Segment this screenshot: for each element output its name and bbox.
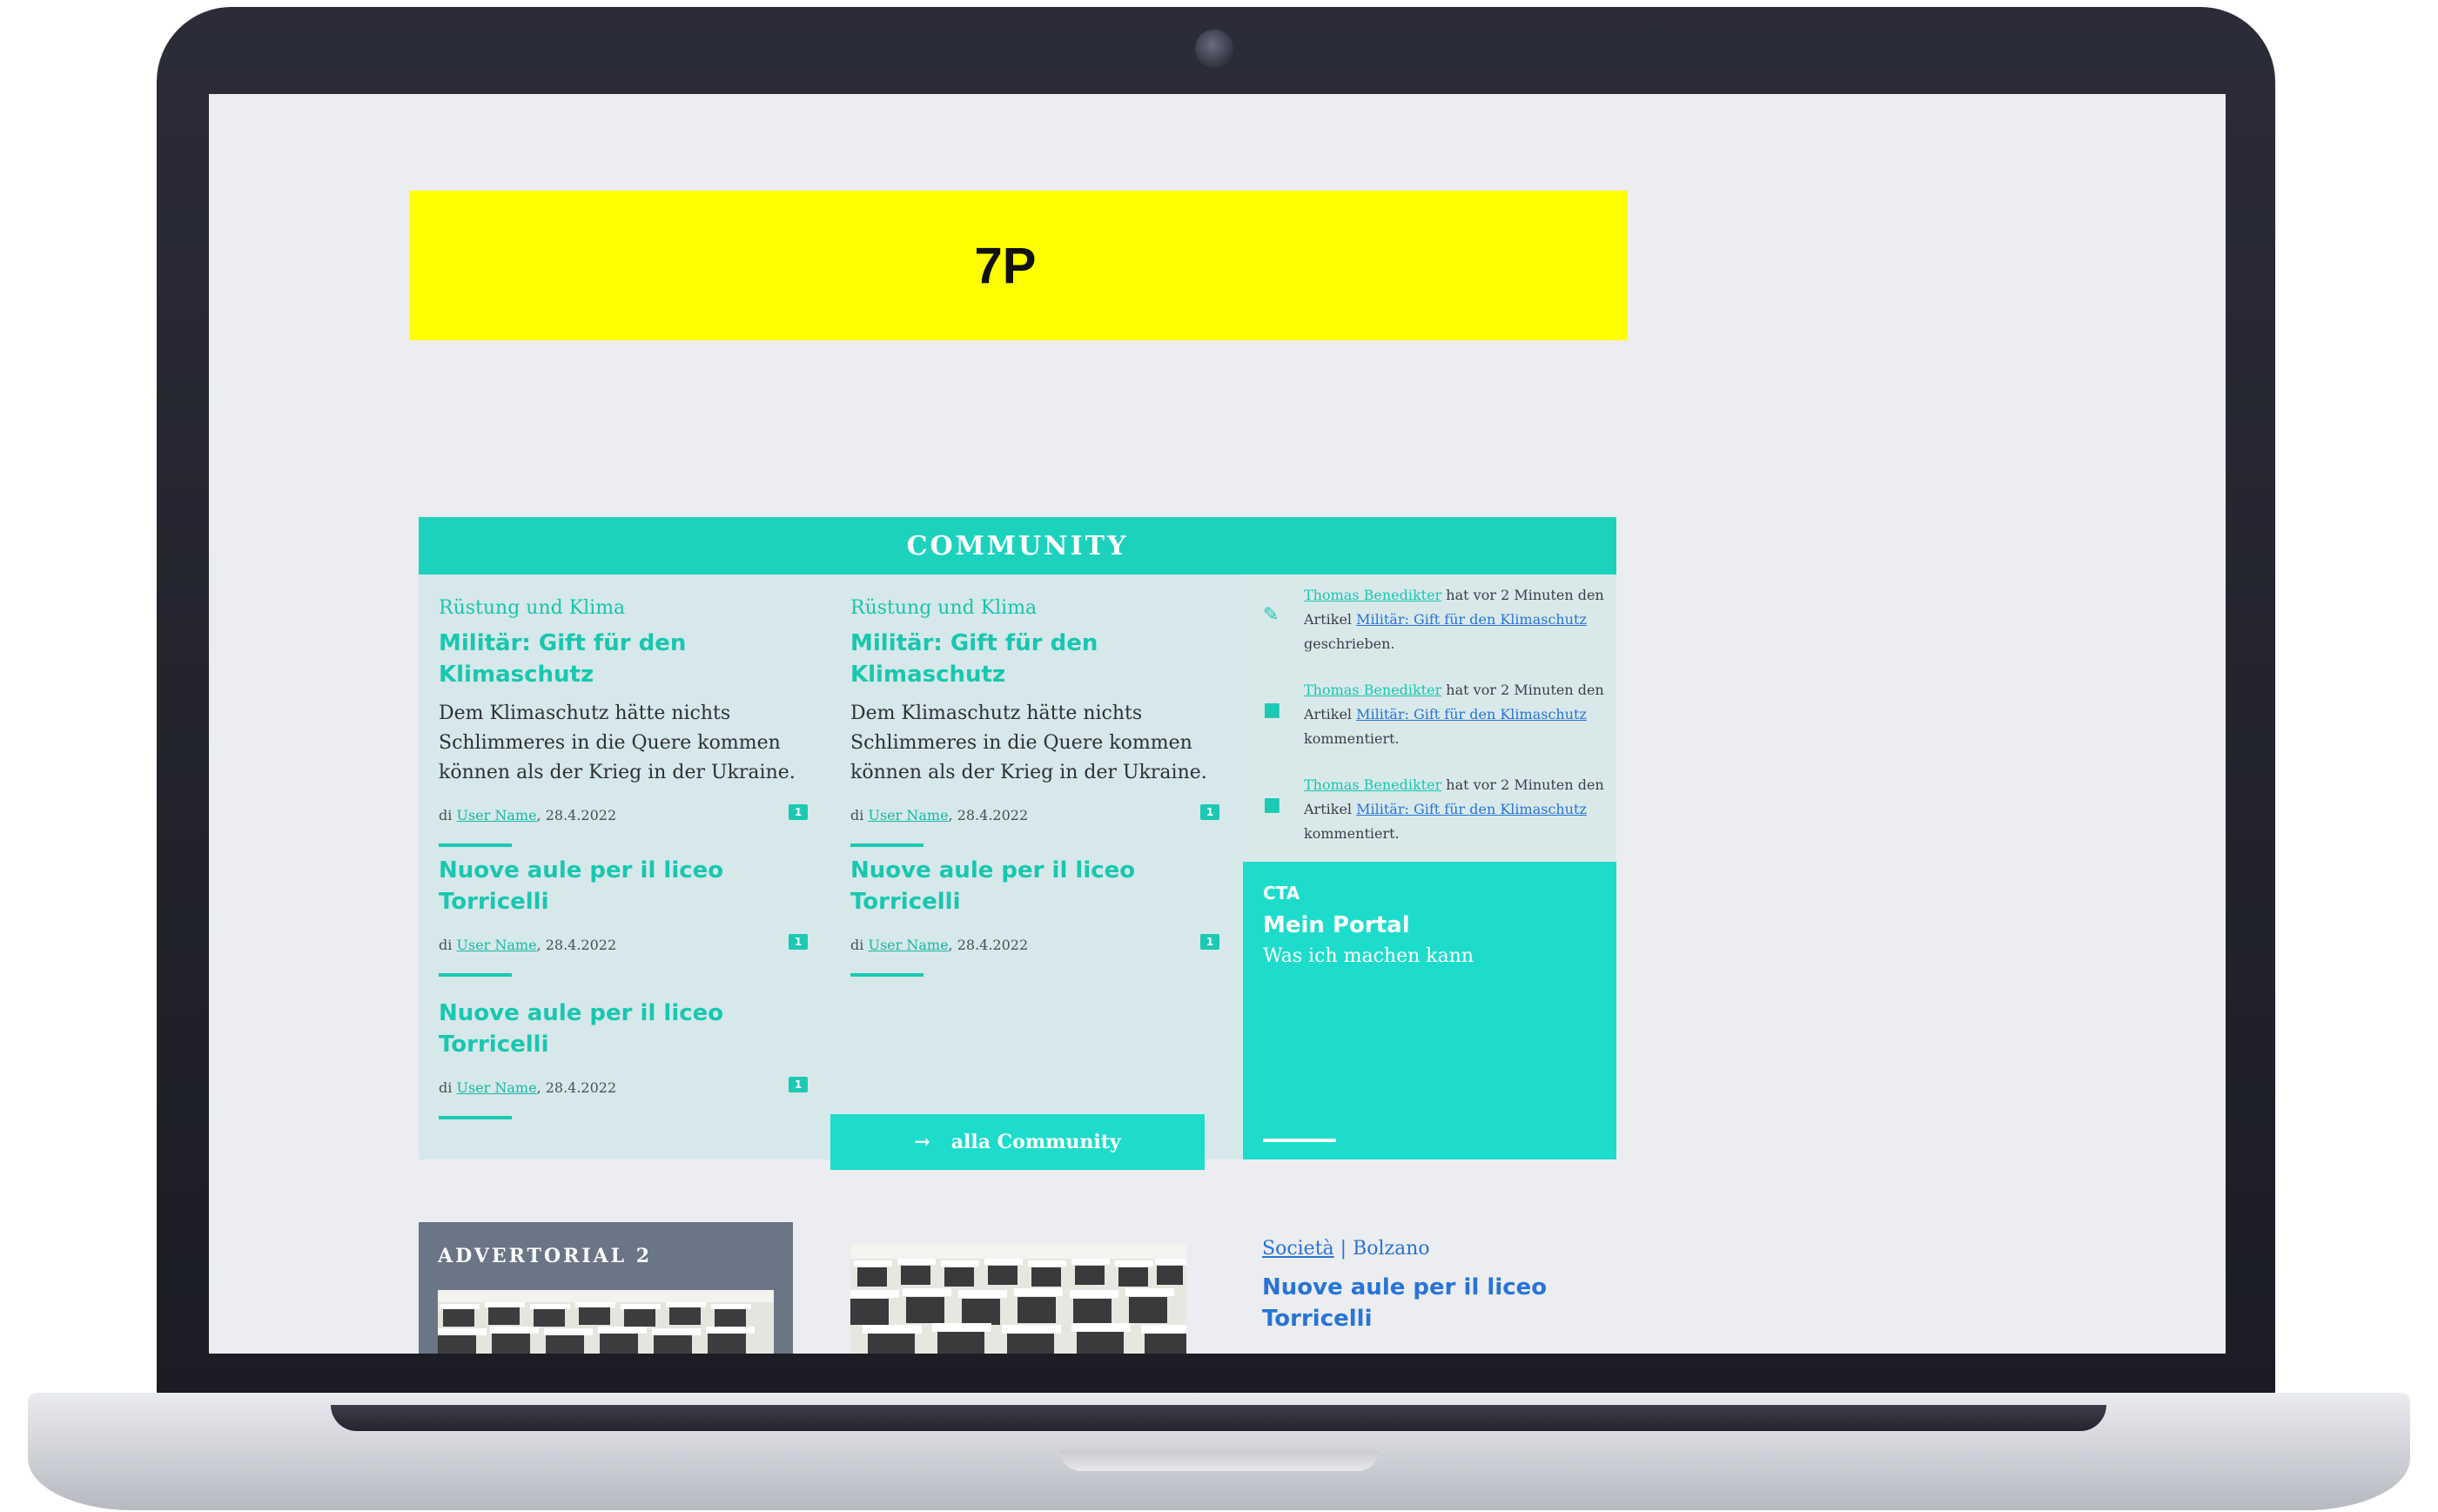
feed-article-link[interactable]: Militär: Gift für den Klimaschutz	[1356, 706, 1587, 722]
feed-article-link[interactable]: Militär: Gift für den Klimaschutz	[1356, 801, 1587, 817]
alla-community-label: alla Community	[950, 1131, 1121, 1153]
feed-user-link[interactable]: Thomas Benedikter	[1304, 587, 1441, 603]
cta-label: CTA	[1263, 883, 1300, 904]
article-date: , 28.4.2022	[536, 937, 617, 953]
article-meta: di User Name, 28.4.2022 1	[439, 934, 808, 956]
community-section: COMMUNITY Rüstung und Klima Militär: Gif…	[419, 517, 1616, 1170]
article-card[interactable]: Rüstung und Klima Militär: Gift für den …	[850, 597, 1219, 847]
article-date: , 28.4.2022	[536, 807, 617, 823]
article-category[interactable]: Rüstung und Klima	[439, 597, 804, 619]
article-title[interactable]: Militär: Gift für den Klimaschutz	[439, 628, 804, 690]
article-teaser: Dem Klimaschutz hätte nichts Schlimmeres…	[439, 702, 796, 783]
community-title: COMMUNITY	[906, 530, 1129, 561]
article-image[interactable]	[850, 1245, 1186, 1354]
advertorial-box[interactable]: ADVERTORIAL 2	[419, 1222, 793, 1354]
article-title[interactable]: Nuove aule per il liceo Torricelli	[439, 855, 804, 917]
card-divider	[439, 1116, 512, 1119]
article-card[interactable]: Nuove aule per il liceo Torricelli di Us…	[850, 855, 1219, 977]
comment-count-icon[interactable]: 1	[1200, 804, 1219, 820]
feed-user-link[interactable]: Thomas Benedikter	[1304, 682, 1441, 698]
article-meta: di User Name, 28.4.2022 1	[439, 804, 808, 826]
article-teaser: Dem Klimaschutz hätte nichts Schlimmeres…	[850, 702, 1207, 783]
cta-divider	[1263, 1139, 1336, 1142]
author-link[interactable]: User Name	[868, 807, 948, 823]
author-link[interactable]: User Name	[456, 1079, 536, 1096]
category-separator: |	[1333, 1238, 1353, 1260]
article-title[interactable]: Nuove aule per il liceo Torricelli	[1262, 1272, 1628, 1334]
cta-box[interactable]: CTA Mein Portal Was ich machen kann	[1243, 862, 1616, 1159]
edit-icon: ✎	[1263, 604, 1279, 626]
feed-text: Thomas Benedikter hat vor 2 Minuten den …	[1304, 773, 1609, 846]
feed-article-link[interactable]: Militär: Gift für den Klimaschutz	[1356, 611, 1587, 628]
meta-prefix: di	[439, 937, 457, 953]
meta-prefix: di	[439, 1079, 457, 1096]
feed-text-part: kommentiert.	[1304, 825, 1400, 842]
article-title[interactable]: Nuove aule per il liceo Torricelli	[439, 998, 804, 1060]
laptop-hinge	[331, 1405, 2106, 1431]
card-divider	[439, 973, 512, 977]
alla-community-button[interactable]: → alla Community	[830, 1114, 1205, 1170]
comment-count-icon[interactable]: 1	[789, 804, 808, 820]
article-title[interactable]: Militär: Gift für den Klimaschutz	[850, 628, 1216, 690]
author-link[interactable]: User Name	[868, 937, 948, 953]
article-card[interactable]: Nuove aule per il liceo Torricelli di Us…	[439, 855, 808, 977]
arrow-right-icon: →	[914, 1131, 930, 1153]
comment-icon: ■	[1263, 699, 1281, 721]
webpage-screen: 7P COMMUNITY Rüstung und Klima Militär: …	[209, 94, 2226, 1354]
feed-user-link[interactable]: Thomas Benedikter	[1304, 776, 1441, 793]
feed-text: Thomas Benedikter hat vor 2 Minuten den …	[1304, 678, 1609, 751]
feed-text: Thomas Benedikter hat vor 2 Minuten den …	[1304, 583, 1609, 656]
cta-subtitle: Was ich machen kann	[1263, 945, 1474, 967]
activity-feed: ✎ Thomas Benedikter hat vor 2 Minuten de…	[1243, 575, 1616, 862]
card-divider	[850, 843, 923, 847]
article-card[interactable]: Rüstung und Klima Militär: Gift für den …	[439, 597, 808, 847]
ad-banner[interactable]: 7P	[409, 191, 1628, 340]
author-link[interactable]: User Name	[456, 937, 536, 953]
meta-prefix: di	[439, 807, 457, 823]
category-link[interactable]: Società	[1262, 1238, 1334, 1260]
feed-text-part: kommentiert.	[1304, 730, 1400, 747]
community-header: COMMUNITY	[419, 517, 1616, 575]
article-meta: di User Name, 28.4.2022 1	[850, 934, 1219, 956]
advertorial-label: ADVERTORIAL 2	[438, 1245, 653, 1267]
card-divider	[850, 973, 923, 977]
card-divider	[439, 843, 512, 847]
meta-prefix: di	[850, 807, 869, 823]
article-date: , 28.4.2022	[536, 1079, 617, 1096]
advertorial-image[interactable]	[438, 1290, 774, 1354]
bottom-article[interactable]: Società | Bolzano Nuove aule per il lice…	[1262, 1238, 1628, 1334]
comment-count-icon[interactable]: 1	[1200, 934, 1219, 950]
cta-title[interactable]: Mein Portal	[1263, 912, 1410, 938]
comment-count-icon[interactable]: 1	[789, 1077, 808, 1092]
webcam-icon	[1195, 30, 1233, 68]
article-meta: di User Name, 28.4.2022 1	[850, 804, 1219, 826]
article-card[interactable]: Nuove aule per il liceo Torricelli di Us…	[439, 998, 808, 1119]
laptop-notch	[1060, 1450, 1379, 1471]
ad-banner-label: 7P	[974, 237, 1037, 294]
category-link[interactable]: Bolzano	[1353, 1238, 1430, 1260]
comment-count-icon[interactable]: 1	[789, 934, 808, 950]
feed-text-part: geschrieben.	[1304, 635, 1395, 652]
author-link[interactable]: User Name	[456, 807, 536, 823]
article-date: , 28.4.2022	[948, 807, 1029, 823]
comment-icon: ■	[1263, 794, 1281, 816]
article-date: , 28.4.2022	[948, 937, 1029, 953]
article-categories: Società | Bolzano	[1262, 1238, 1628, 1260]
article-meta: di User Name, 28.4.2022 1	[439, 1077, 808, 1099]
article-category[interactable]: Rüstung und Klima	[850, 597, 1216, 619]
community-articles: Rüstung und Klima Militär: Gift für den …	[419, 575, 1243, 1170]
meta-prefix: di	[850, 937, 869, 953]
article-title[interactable]: Nuove aule per il liceo Torricelli	[850, 855, 1216, 917]
